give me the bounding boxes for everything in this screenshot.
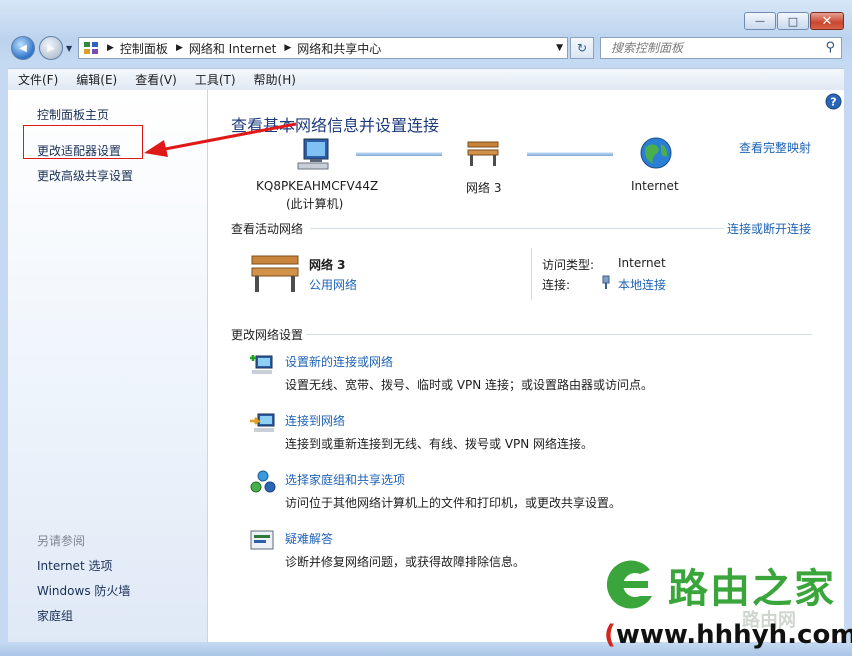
section-divider <box>306 334 812 335</box>
menu-help[interactable]: 帮助(H) <box>254 71 296 88</box>
troubleshoot-icon <box>250 530 274 550</box>
back-arrow-icon: ◀ <box>19 42 27 54</box>
search-box[interactable]: ⚲ <box>600 37 842 59</box>
maximize-icon: □ <box>787 14 799 28</box>
breadcrumb-network-internet[interactable]: 网络和 Internet <box>189 40 276 57</box>
history-dropdown[interactable]: ▼ <box>66 44 72 53</box>
connection-line-network-internet <box>527 152 613 156</box>
see-also-windows-firewall[interactable]: Windows 防火墙 <box>37 582 130 599</box>
local-connection-link[interactable]: 本地连接 <box>618 276 666 293</box>
breadcrumb-separator-icon: ▶ <box>284 43 292 53</box>
network-name-label: 网络 3 <box>466 181 502 195</box>
menu-view[interactable]: 查看(V) <box>135 71 177 88</box>
forward-button[interactable]: ▶ <box>39 36 63 60</box>
computer-sub-label: (此计算机) <box>286 197 344 211</box>
connection-label: 连接: <box>542 278 571 292</box>
homegroup-sharing-link[interactable]: 选择家庭组和共享选项 <box>285 471 405 488</box>
sidebar-link-advanced-sharing[interactable]: 更改高级共享设置 <box>37 167 133 184</box>
highlight-box <box>23 125 143 159</box>
homegroup-icon <box>250 470 276 493</box>
setup-connection-link[interactable]: 设置新的连接或网络 <box>285 353 393 370</box>
search-input[interactable] <box>609 40 823 56</box>
menu-bar: 文件(F) 编辑(E) 查看(V) 工具(T) 帮助(H) <box>8 68 844 91</box>
forward-arrow-icon: ▶ <box>47 42 55 54</box>
network-type-link[interactable]: 公用网络 <box>309 276 357 293</box>
troubleshoot-link[interactable]: 疑难解答 <box>285 530 333 547</box>
vertical-divider <box>531 248 532 300</box>
see-also-heading: 另请参阅 <box>37 534 86 548</box>
sidebar-link-home[interactable]: 控制面板主页 <box>37 106 109 123</box>
close-button[interactable]: ✕ <box>810 12 844 30</box>
ethernet-icon <box>602 275 610 289</box>
network-bench-icon <box>467 141 499 166</box>
homegroup-sharing-desc: 访问位于其他网络计算机上的文件和打印机，或更改共享设置。 <box>285 496 622 510</box>
control-panel-icon <box>84 42 98 54</box>
change-settings-heading: 更改网络设置 <box>231 328 304 342</box>
access-type-label: 访问类型: <box>542 258 595 272</box>
help-icon[interactable]: ? <box>825 93 842 110</box>
connect-to-network-link[interactable]: 连接到网络 <box>285 412 345 429</box>
connect-disconnect-link[interactable]: 连接或断开连接 <box>727 220 811 237</box>
minimize-button[interactable]: — <box>744 12 776 30</box>
watermark-logo-icon <box>606 560 652 609</box>
menu-tools[interactable]: 工具(T) <box>195 71 236 88</box>
see-also-internet-options[interactable]: Internet 选项 <box>37 557 112 574</box>
see-also-homegroup[interactable]: 家庭组 <box>37 607 73 624</box>
active-networks-heading: 查看活动网络 <box>231 222 304 236</box>
breadcrumb-network-sharing[interactable]: 网络和共享中心 <box>297 40 381 57</box>
search-icon[interactable]: ⚲ <box>825 40 835 55</box>
menu-edit[interactable]: 编辑(E) <box>76 71 117 88</box>
menu-file[interactable]: 文件(F) <box>18 71 58 88</box>
public-network-bench-icon <box>251 255 299 292</box>
address-bar[interactable]: ▶ 控制面板 ▶ 网络和 Internet ▶ 网络和共享中心 ▼ <box>78 37 568 59</box>
connect-to-network-desc: 连接到或重新连接到无线、有线、拨号或 VPN 网络连接。 <box>285 437 594 451</box>
internet-label: Internet <box>631 179 679 193</box>
connection-line-computer-network <box>356 152 442 156</box>
chevron-down-icon: ▼ <box>66 44 73 53</box>
watermark-url: (www.hhhyh.com) <box>604 620 852 650</box>
maximize-button[interactable]: □ <box>777 12 809 30</box>
minimize-icon: — <box>755 15 765 27</box>
refresh-button[interactable]: ↻ <box>570 37 594 59</box>
breadcrumb-separator-icon: ▶ <box>175 43 183 53</box>
back-button[interactable]: ◀ <box>11 36 35 60</box>
address-dropdown-icon[interactable]: ▼ <box>556 43 563 53</box>
refresh-icon: ↻ <box>576 41 588 55</box>
access-type-value: Internet <box>618 256 666 270</box>
connect-network-icon <box>250 413 275 432</box>
section-divider <box>310 228 724 229</box>
internet-globe-icon <box>640 137 672 169</box>
computer-icon <box>297 138 329 170</box>
annotation-arrow-icon <box>144 122 297 157</box>
svg-text:?: ? <box>830 96 836 109</box>
troubleshoot-desc: 诊断并修复网络问题，或获得故障排除信息。 <box>285 555 526 569</box>
new-connection-icon <box>250 355 273 374</box>
active-network-name: 网络 3 <box>309 258 346 272</box>
close-icon: ✕ <box>821 13 833 29</box>
setup-connection-desc: 设置无线、宽带、拨号、临时或 VPN 连接；或设置路由器或访问点。 <box>285 378 654 392</box>
breadcrumb-control-panel[interactable]: 控制面板 <box>120 40 168 57</box>
breadcrumb-separator-icon: ▶ <box>107 43 114 53</box>
view-full-map-link[interactable]: 查看完整映射 <box>739 139 811 156</box>
computer-name-label: KQ8PKEAHMCFV44Z <box>256 179 379 193</box>
